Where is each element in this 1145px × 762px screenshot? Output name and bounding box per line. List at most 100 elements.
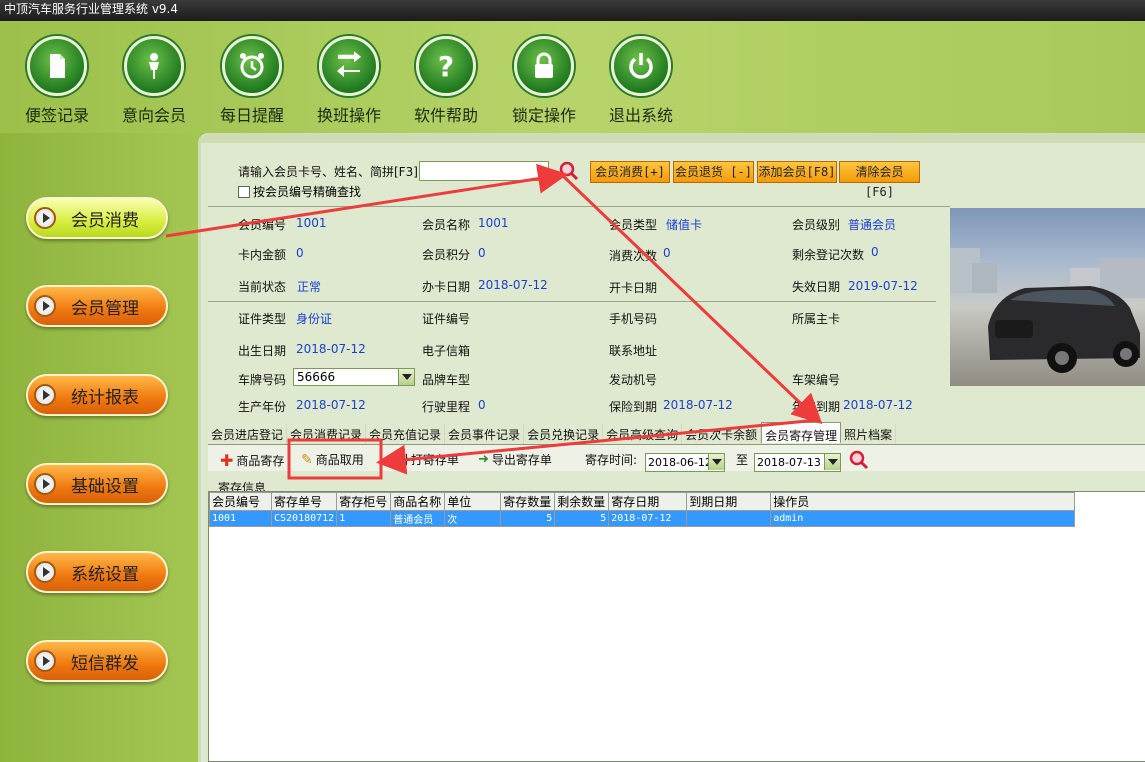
play-icon: [34, 295, 56, 317]
toolbar-shift-button[interactable]: 换班操作: [310, 36, 388, 126]
table-row[interactable]: 1001 CS20180712 1 普通会员次 5 5 2018-07-12 admin: [209, 510, 1076, 527]
sidebar-item-sms[interactable]: 短信群发: [26, 640, 168, 682]
svg-text:?: ?: [438, 50, 454, 82]
add-member-button[interactable]: 添加会员[F8]: [757, 161, 837, 183]
column-header[interactable]: 剩余数量: [554, 492, 610, 511]
field-label: 发动机号: [609, 373, 658, 387]
toolbar-notes-button[interactable]: 便签记录: [18, 36, 96, 126]
person-icon: [124, 36, 184, 96]
toolbar-exit-button[interactable]: 退出系统: [602, 36, 680, 126]
play-icon: [34, 384, 56, 406]
table-cell: 次: [444, 510, 502, 527]
toolbar-help-button[interactable]: ? 软件帮助: [407, 36, 485, 126]
sidebar-item-basic-settings[interactable]: 基础设置: [26, 463, 168, 505]
member-type-value: 储值卡: [666, 218, 703, 232]
date-to-picker[interactable]: 2018-07-13: [754, 453, 841, 472]
column-header[interactable]: 会员编号: [209, 492, 272, 511]
search-icon[interactable]: [848, 449, 870, 471]
inspection-due-value: 2018-07-12: [843, 398, 913, 412]
chevron-down-icon[interactable]: [398, 369, 414, 385]
member-search-input[interactable]: [419, 161, 549, 181]
plus-icon: ✚: [220, 451, 234, 470]
sidebar-item-member-consume[interactable]: 会员消费: [26, 197, 168, 239]
clear-member-button[interactable]: 清除会员 [F6]: [839, 161, 920, 199]
remaining-count-value: 0: [871, 245, 879, 259]
field-label: 剩余登记次数: [792, 248, 865, 262]
field-label: 年审到期: [792, 400, 841, 414]
sidebar-item-reports[interactable]: 统计报表: [26, 374, 168, 416]
member-tabs: 会员进店登记 会员消费记录 会员充值记录 会员事件记录 会员兑换记录 会员高级查…: [208, 422, 897, 444]
play-icon: [34, 473, 56, 495]
date-from-picker[interactable]: 2018-06-12: [645, 453, 725, 472]
toolbar-reminder-button[interactable]: 每日提醒: [213, 36, 291, 126]
field-label: 电子信箱: [422, 344, 471, 358]
field-label: 手机号码: [609, 312, 658, 326]
production-year-value: 2018-07-12: [296, 398, 366, 412]
alarm-clock-icon: [222, 36, 282, 96]
issue-date-value: 2018-07-12: [478, 278, 548, 292]
sidebar-item-system-settings[interactable]: 系统设置: [26, 551, 168, 593]
member-no-value: 1001: [296, 216, 327, 230]
field-label: 会员类型: [609, 218, 658, 232]
field-label: 卡内金额: [238, 248, 287, 262]
lock-icon: [514, 36, 574, 96]
field-label: 会员名称: [422, 218, 471, 232]
column-header[interactable]: 寄存柜号: [336, 492, 392, 511]
table-cell: 2018-07-12: [608, 510, 688, 527]
column-header[interactable]: 寄存日期: [608, 492, 688, 511]
reprint-button[interactable]: ≡ 补打寄存单: [385, 451, 459, 468]
field-label: 办卡日期: [422, 280, 471, 294]
tab-store-visit[interactable]: 会员进店登记: [208, 424, 288, 444]
to-label: 至: [736, 453, 749, 467]
tab-card-balance[interactable]: 会员次卡余额: [682, 424, 762, 444]
tab-storage-management[interactable]: 会员寄存管理: [761, 422, 842, 443]
field-label: 出生日期: [238, 344, 287, 358]
plate-select[interactable]: 56666: [293, 368, 415, 386]
table-cell: CS20180712: [270, 510, 338, 527]
tab-advanced-query[interactable]: 会员高级查询: [603, 424, 683, 444]
tab-consume-records[interactable]: 会员消费记录: [287, 424, 367, 444]
table-cell: 5: [554, 510, 610, 527]
export-button[interactable]: ➜ 导出寄存单: [478, 451, 552, 468]
column-header[interactable]: 操作员: [770, 492, 1076, 511]
member-return-button[interactable]: 会员退货 [-]: [673, 161, 754, 183]
points-value: 0: [478, 246, 486, 260]
table-cell: [686, 510, 772, 527]
field-label: 所属主卡: [792, 312, 841, 326]
column-header[interactable]: 寄存单号: [270, 492, 338, 511]
help-question-icon: ?: [416, 36, 476, 96]
tab-event-records[interactable]: 会员事件记录: [445, 424, 525, 444]
field-label: 会员级别: [792, 218, 841, 232]
field-label: 证件类型: [238, 312, 287, 326]
power-icon: [611, 36, 671, 96]
sidebar-item-member-manage[interactable]: 会员管理: [26, 285, 168, 327]
chevron-down-icon[interactable]: [708, 454, 724, 470]
field-label: 保险到期: [609, 400, 658, 414]
column-header[interactable]: 单位: [444, 492, 502, 511]
window-title: 中顶汽车服务行业管理系统 v9.4: [0, 0, 1145, 21]
field-label: 开卡日期: [609, 281, 658, 295]
field-label: 会员积分: [422, 248, 471, 262]
member-consume-button[interactable]: 会员消费[+]: [590, 161, 670, 183]
sidebar: 会员消费 会员管理 统计报表 基础设置 系统设置 短信群发: [0, 133, 200, 762]
column-header[interactable]: 商品名称: [390, 492, 446, 511]
column-header[interactable]: 寄存数量: [500, 492, 556, 511]
member-name-value: 1001: [478, 216, 509, 230]
table-cell: 1: [336, 510, 392, 527]
field-label: 失效日期: [792, 280, 841, 294]
search-label: 请输入会员卡号、姓名、简拼[F3]: [238, 165, 418, 179]
field-label: 行驶里程: [422, 400, 471, 414]
exact-search-checkbox[interactable]: 按会员编号精确查找: [238, 183, 361, 200]
pickup-button[interactable]: ✎ 商品取用: [301, 451, 364, 468]
tab-recharge-records[interactable]: 会员充值记录: [366, 424, 446, 444]
tab-photo-archive[interactable]: 照片档案: [841, 424, 897, 444]
chevron-down-icon[interactable]: [824, 454, 840, 470]
column-header[interactable]: 到期日期: [686, 492, 772, 511]
toolbar-lock-button[interactable]: 锁定操作: [505, 36, 583, 126]
search-icon[interactable]: [558, 160, 580, 182]
tab-exchange-records[interactable]: 会员兑换记录: [524, 424, 604, 444]
table-cell: 普通会员: [390, 510, 446, 527]
play-icon: [34, 650, 56, 672]
toolbar-prospect-button[interactable]: 意向会员: [115, 36, 193, 126]
deposit-button[interactable]: ✚ 商品寄存: [220, 451, 284, 470]
